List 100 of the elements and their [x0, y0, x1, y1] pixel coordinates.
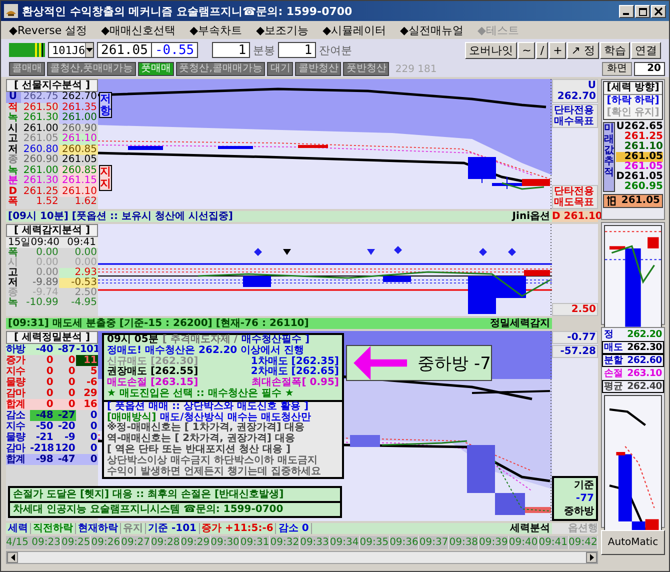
table-cell: 262.75	[20, 92, 60, 102]
row-label: 녹	[6, 298, 19, 308]
screen-field[interactable]: 20	[634, 62, 665, 76]
candle	[243, 276, 271, 287]
vertical-label: 미래값추적	[603, 122, 616, 192]
table-cell-text: 0.00	[35, 248, 60, 258]
table-cell-text: 261.30	[22, 176, 60, 186]
info-text: 정매도! 매수청산은 262.20 이상에서 진행	[107, 346, 304, 356]
menu-item[interactable]: ◆보조기능	[256, 22, 309, 38]
table-cell-text: 0.00	[36, 268, 60, 278]
table-cell: -101	[76, 344, 98, 355]
screen-label: 화면	[602, 62, 632, 76]
candle	[218, 146, 253, 149]
menu-item[interactable]: ◆매매신호선택	[101, 22, 176, 38]
info-text: 수익이 발생하면 언제든지 챙기는데 집중하세요	[107, 466, 321, 478]
horizontal-scrollbar[interactable]	[6, 551, 598, 564]
status-text: 현재하락	[76, 523, 121, 534]
table-cell: 0	[30, 399, 54, 410]
order-label: 손절	[604, 368, 624, 379]
table-cell: -40	[30, 344, 54, 355]
info-text: [ 역은 단타 또는 반대포지션 청산 대응 ]	[107, 444, 291, 455]
table-cell: 11	[76, 355, 98, 366]
toolbar-button[interactable]: 오버나잇	[465, 42, 518, 58]
toolbar-button[interactable]: ↗ 정	[567, 42, 599, 58]
time-label: 09:34	[330, 536, 360, 549]
info-text: 매수청산필수 ]	[242, 335, 310, 345]
table-cell-text: 1.62	[74, 197, 98, 208]
code-dropdown[interactable]: 101J6	[48, 42, 94, 58]
maximize-button[interactable]	[635, 4, 650, 18]
panel-title: [ 세력감지분석 ]	[6, 224, 98, 237]
table-cell-text: 5	[89, 366, 98, 377]
diamond-marker	[394, 246, 402, 254]
status-tag: Jini옵션	[512, 211, 552, 222]
menu-item[interactable]: ◆실전매뉴얼	[400, 22, 464, 38]
row-label: 시	[6, 258, 19, 268]
toolbar-button[interactable]: ~	[518, 42, 536, 58]
table-cell-text: 0.00	[35, 258, 60, 268]
table-cell: 0	[76, 454, 98, 465]
row-label: 종	[6, 155, 19, 166]
time-label: 09:32	[270, 536, 300, 549]
table-cell-text: -9.74	[32, 288, 60, 298]
table-cell-text: 0	[45, 366, 54, 377]
toolbar-button[interactable]: 학습	[600, 42, 630, 58]
automatic-button[interactable]: AutoMatic	[601, 530, 665, 555]
close-button[interactable]	[651, 4, 666, 18]
info-text: [ 추격매도자제 /	[162, 335, 238, 345]
window-title: 환상적인 수익창출의 메커니즘 요술램프지니☎문의: 1599-0700	[22, 4, 352, 18]
direction-confirm: [확인 유지]	[606, 107, 660, 119]
support-tag: 지지	[99, 165, 112, 192]
glyph-icon	[606, 196, 616, 206]
direction-state: [하락 하락]	[604, 94, 662, 107]
table-cell-text: 0	[67, 377, 76, 388]
time-label: 09:41	[67, 237, 96, 248]
table-cell: -218	[30, 443, 54, 454]
remaining-field[interactable]: 1	[278, 42, 316, 58]
toolbar-button[interactable]: +	[549, 42, 566, 58]
direction-title: [세력 방향]	[606, 82, 660, 94]
table-cell: 16	[76, 399, 98, 410]
resistance-tag: 저항	[99, 92, 112, 118]
row-label: 고	[6, 134, 19, 144]
change-field: -0.55	[150, 42, 198, 58]
status-text: 유지	[121, 523, 146, 534]
period-unit-label: 분봉	[253, 42, 276, 58]
time-label: 09:31	[240, 536, 270, 549]
row-label: 고	[6, 268, 19, 278]
row-label: 지수	[6, 366, 26, 377]
menu-item[interactable]: ◆Reverse 설정	[9, 22, 88, 38]
toolbar-button[interactable]: 연결	[631, 42, 661, 58]
info-text: 최대손절폭[ 0.95]	[252, 378, 339, 388]
row-label: 저	[6, 278, 19, 288]
status-text: 증가 +11:5:-6	[200, 523, 276, 534]
table-cell-text: 260.90	[61, 124, 98, 134]
future-value: 260.95	[623, 182, 663, 192]
table-cell: 261.35	[59, 102, 98, 113]
table-cell-text: -9.89	[32, 278, 60, 288]
table-cell: -0.53	[59, 278, 98, 288]
row-label: 적	[6, 102, 19, 112]
toolbar-button[interactable]: /	[536, 42, 548, 58]
minimize-button[interactable]	[619, 4, 634, 18]
table-cell-text: 261.05	[61, 155, 98, 166]
remaining-unit-label: 잔여분	[319, 42, 352, 58]
level-meter-icon	[9, 43, 45, 57]
scroll-right-icon[interactable]	[590, 554, 594, 561]
table-cell: 0	[54, 399, 76, 410]
time-label: 09:26	[91, 536, 122, 549]
scroll-left-icon[interactable]	[10, 554, 14, 561]
left-arrow-icon	[351, 346, 410, 380]
table-cell-text: 261.30	[22, 113, 60, 124]
candle	[128, 146, 163, 150]
time-label: 09:37	[419, 536, 450, 549]
menu-item[interactable]: ◆부속차트	[190, 22, 242, 38]
table-cell: 261.10	[59, 186, 98, 197]
info-text: 매도/청산방식 매수는 매도청산만	[160, 412, 311, 423]
info-text: ※정-매매신호는 [ 1차가격, 권장가격] 대응	[107, 423, 305, 434]
menu-item[interactable]: ◆시뮬레이터	[322, 22, 386, 38]
row-label: 물량	[6, 377, 26, 388]
table-cell-text: 261.00	[22, 166, 60, 176]
table-cell-text: 260.80	[22, 144, 60, 154]
period-field[interactable]: 1	[212, 42, 250, 58]
candle	[383, 276, 411, 282]
